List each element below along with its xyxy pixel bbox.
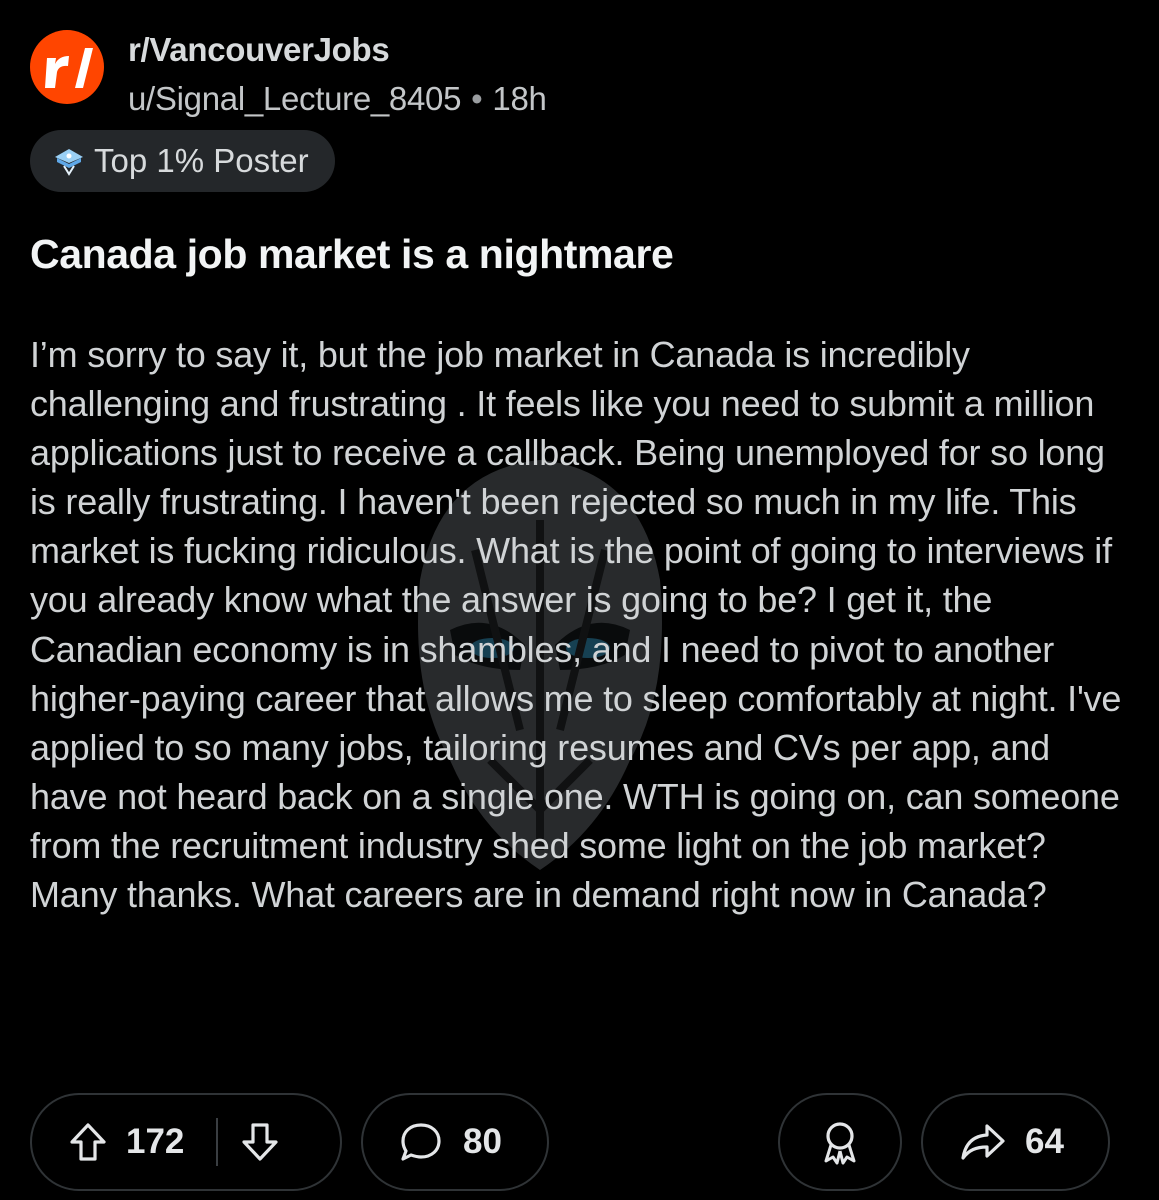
share-arrow-icon (959, 1121, 1007, 1163)
subreddit-avatar[interactable] (30, 30, 104, 104)
post-title[interactable]: Canada job market is a nightmare (30, 226, 1130, 282)
post-age: 18h (492, 80, 547, 117)
author-name[interactable]: u/Signal_Lecture_8405 (128, 80, 461, 117)
arrow-up-icon[interactable] (68, 1121, 108, 1163)
post-meta: u/Signal_Lecture_8405 • 18h (128, 76, 547, 122)
post-header: r/VancouverJobs u/Signal_Lecture_8405 • 18… (30, 30, 547, 117)
subreddit-name[interactable]: r/VancouverJobs (128, 32, 547, 68)
share-count: 64 (1025, 1122, 1064, 1161)
post-body: I’m sorry to say it, but the job market … (30, 334, 1122, 916)
user-flair-badge: Top 1% Poster (30, 130, 335, 192)
award-button[interactable] (778, 1093, 902, 1191)
upvote-count: 172 (126, 1122, 185, 1161)
award-icon (818, 1119, 862, 1165)
share-button[interactable]: 64 (921, 1093, 1110, 1191)
post-action-bar: 172 80 64 (30, 1093, 1110, 1193)
subreddit-logo-icon (45, 48, 93, 88)
trophy-icon (52, 146, 86, 176)
vote-control: 172 (30, 1093, 342, 1191)
flair-label: Top 1% Poster (94, 142, 309, 179)
comments-button[interactable]: 80 (361, 1093, 549, 1191)
speech-bubble-icon (399, 1121, 443, 1163)
arrow-down-icon[interactable] (240, 1121, 280, 1163)
vote-divider (216, 1118, 219, 1166)
comment-count: 80 (463, 1122, 502, 1161)
meta-separator: • (471, 80, 483, 117)
